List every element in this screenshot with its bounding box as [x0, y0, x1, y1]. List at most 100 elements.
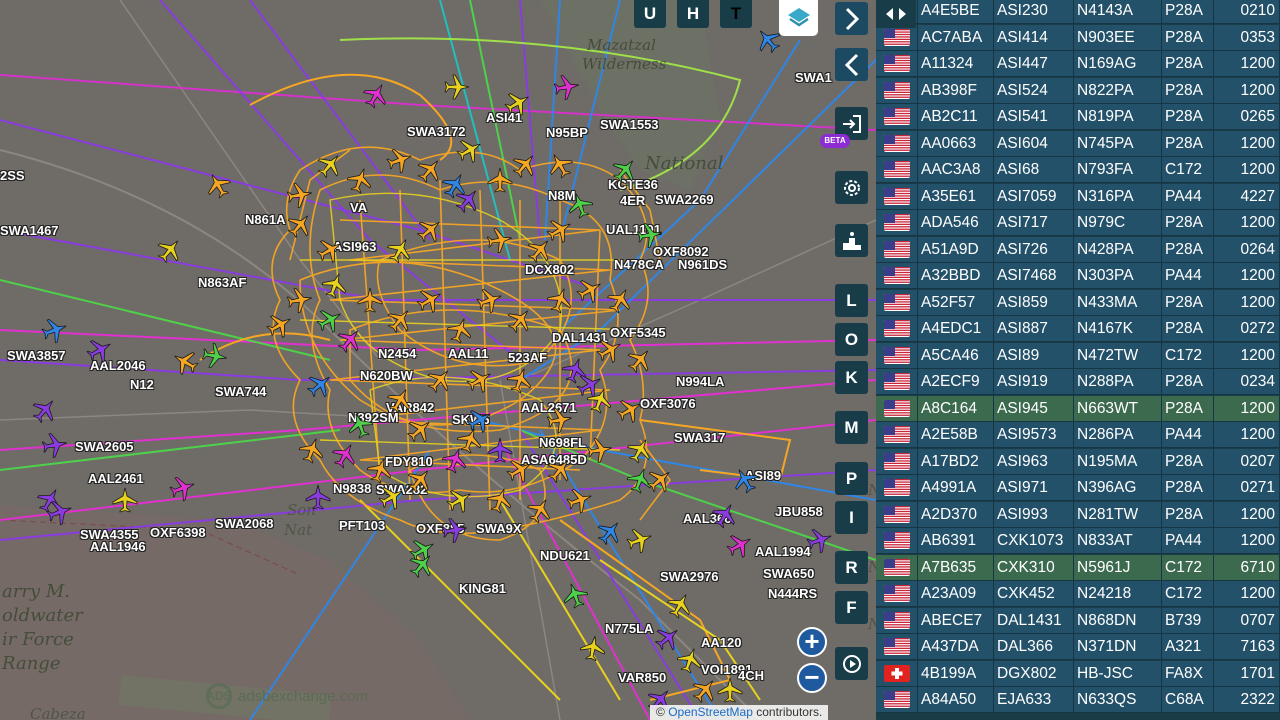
airplane-icon[interactable] — [754, 26, 782, 54]
airplane-icon[interactable] — [156, 236, 184, 264]
airplane-icon[interactable] — [616, 396, 644, 424]
airplane-icon[interactable] — [546, 456, 574, 484]
airplane-icon[interactable] — [356, 286, 384, 314]
aircraft-callsign-label[interactable]: N861A — [245, 212, 285, 227]
airplane-icon[interactable] — [86, 336, 114, 364]
airplane-icon[interactable] — [726, 531, 754, 559]
table-row[interactable]: ADA546 ASI717 N979C P28A 1200 — [876, 210, 1280, 236]
airplane-icon[interactable] — [446, 316, 474, 344]
airplane-icon[interactable] — [41, 431, 69, 459]
aircraft-callsign-label[interactable]: N444RS — [768, 586, 817, 601]
aircraft-callsign-label[interactable]: N698FL — [539, 435, 586, 450]
table-row[interactable]: A5CA46 ASI89 N472TW C172 1200 — [876, 342, 1280, 369]
aircraft-callsign-label[interactable]: SWA3857 — [7, 348, 66, 363]
airplane-icon[interactable] — [636, 221, 664, 249]
airplane-icon[interactable] — [646, 466, 674, 494]
table-row[interactable]: A4991A ASI971 N396AG P28A 0271 — [876, 475, 1280, 501]
map-view[interactable]: Mazatzal Wilderness National arry M. old… — [0, 0, 876, 720]
airplane-icon[interactable] — [362, 81, 390, 109]
aircraft-callsign-label[interactable]: SWA2068 — [215, 516, 274, 531]
airplane-icon[interactable] — [111, 486, 139, 514]
airplane-icon[interactable] — [511, 151, 539, 179]
airplane-icon[interactable] — [406, 416, 434, 444]
table-row[interactable]: A8C164 ASI945 N663WT P28A 1200 — [876, 395, 1280, 422]
airplane-icon[interactable] — [366, 456, 394, 484]
airplane-icon[interactable] — [676, 646, 704, 674]
airplane-icon[interactable] — [441, 516, 469, 544]
aircraft-callsign-label[interactable]: SWA9X — [476, 521, 522, 536]
aircraft-callsign-label[interactable]: SWA2605 — [75, 439, 134, 454]
table-row[interactable]: A52F57 ASI859 N433MA P28A 1200 — [876, 289, 1280, 316]
airplane-icon[interactable] — [346, 411, 374, 439]
aircraft-callsign-label[interactable]: N961DS — [678, 257, 727, 272]
aircraft-callsign-label[interactable]: VAR850 — [618, 670, 666, 685]
airplane-icon[interactable] — [416, 286, 444, 314]
lang-h-button[interactable]: H — [677, 0, 709, 28]
aircraft-callsign-label[interactable]: VA — [350, 200, 367, 215]
table-row[interactable]: A35E61 ASI7059 N316PA PA44 4227 — [876, 183, 1280, 210]
airplane-icon[interactable] — [506, 306, 534, 334]
next-button[interactable] — [835, 2, 868, 35]
aircraft-callsign-label[interactable]: AAL2461 — [88, 471, 144, 486]
airplane-icon[interactable] — [691, 676, 719, 704]
airplane-icon[interactable] — [466, 366, 494, 394]
aircraft-callsign-label[interactable]: KING81 — [459, 581, 506, 596]
aircraft-callsign-label[interactable]: SWA744 — [215, 384, 266, 399]
table-row[interactable]: A32BBD ASI7468 N303PA PA44 1200 — [876, 263, 1280, 289]
lang-t-button[interactable]: T — [720, 0, 752, 28]
airplane-icon[interactable] — [204, 171, 232, 199]
airplane-icon[interactable] — [506, 366, 534, 394]
openstreetmap-link[interactable]: OpenStreetMap — [668, 705, 753, 719]
layers-button[interactable] — [779, 0, 818, 36]
aircraft-callsign-label[interactable]: 523AF — [508, 350, 547, 365]
adsbexchange-logo[interactable]: ADS adsbexchange.com — [206, 683, 368, 709]
airplane-icon[interactable] — [506, 456, 534, 484]
airplane-icon[interactable] — [416, 156, 444, 184]
airplane-icon[interactable] — [41, 316, 69, 344]
aircraft-callsign-label[interactable]: OXF6398 — [150, 525, 206, 540]
toggle-f-button[interactable]: F — [835, 591, 868, 624]
airplane-icon[interactable] — [298, 436, 326, 464]
table-row[interactable]: AC7ABA ASI414 N903EE P28A 0353 — [876, 24, 1280, 51]
aircraft-callsign-label[interactable]: N775LA — [605, 621, 653, 636]
aircraft-callsign-label[interactable]: SWA650 — [763, 566, 814, 581]
aircraft-callsign-label[interactable]: N478CA — [614, 257, 664, 272]
airplane-icon[interactable] — [386, 386, 414, 414]
airplane-icon[interactable] — [526, 496, 554, 524]
airplane-icon[interactable] — [546, 286, 574, 314]
table-row[interactable]: A84A50 EJA633 N633QS C68A 2322 — [876, 687, 1280, 713]
table-row[interactable]: A23A09 CXK452 N24218 C172 1200 — [876, 581, 1280, 607]
airplane-icon[interactable] — [306, 371, 334, 399]
airplane-icon[interactable] — [711, 501, 739, 529]
settings-button[interactable] — [835, 171, 868, 204]
table-row[interactable]: A11324 ASI447 N169AG P28A 1200 — [876, 51, 1280, 77]
airplane-icon[interactable] — [611, 156, 639, 184]
zoom-in-button[interactable]: + — [797, 627, 827, 657]
table-row[interactable]: AB398F ASI524 N822PA P28A 1200 — [876, 77, 1280, 104]
airplane-icon[interactable] — [626, 526, 654, 554]
toggle-o-button[interactable]: O — [835, 323, 868, 356]
airplane-icon[interactable] — [386, 146, 414, 174]
airplane-icon[interactable] — [806, 526, 834, 554]
toggle-p-button[interactable]: P — [835, 462, 868, 495]
aircraft-callsign-label[interactable]: 2SS — [0, 168, 25, 183]
table-row[interactable]: AB2C11 ASI541 N819PA P28A 0265 — [876, 104, 1280, 130]
airplane-icon[interactable] — [386, 236, 414, 264]
airplane-icon[interactable] — [626, 436, 654, 464]
airplane-icon[interactable] — [171, 348, 199, 376]
airplane-icon[interactable] — [596, 518, 624, 546]
airplane-icon[interactable] — [596, 336, 624, 364]
airplane-icon[interactable] — [266, 311, 294, 339]
airplane-icon[interactable] — [286, 286, 314, 314]
table-row[interactable]: A51A9D ASI726 N428PA P28A 0264 — [876, 236, 1280, 263]
lang-u-button[interactable]: U — [634, 0, 666, 28]
table-row[interactable]: A4EDC1 ASI887 N4167K P28A 0272 — [876, 316, 1280, 342]
airplane-icon[interactable] — [561, 581, 589, 609]
aircraft-callsign-label[interactable]: SWA1467 — [0, 223, 59, 238]
airplane-icon[interactable] — [586, 436, 614, 464]
toggle-k-button[interactable]: K — [835, 361, 868, 394]
aircraft-callsign-label[interactable]: OXF3076 — [640, 396, 696, 411]
airplane-icon[interactable] — [386, 306, 414, 334]
airplane-icon[interactable] — [566, 486, 594, 514]
airplane-icon[interactable] — [626, 346, 654, 374]
